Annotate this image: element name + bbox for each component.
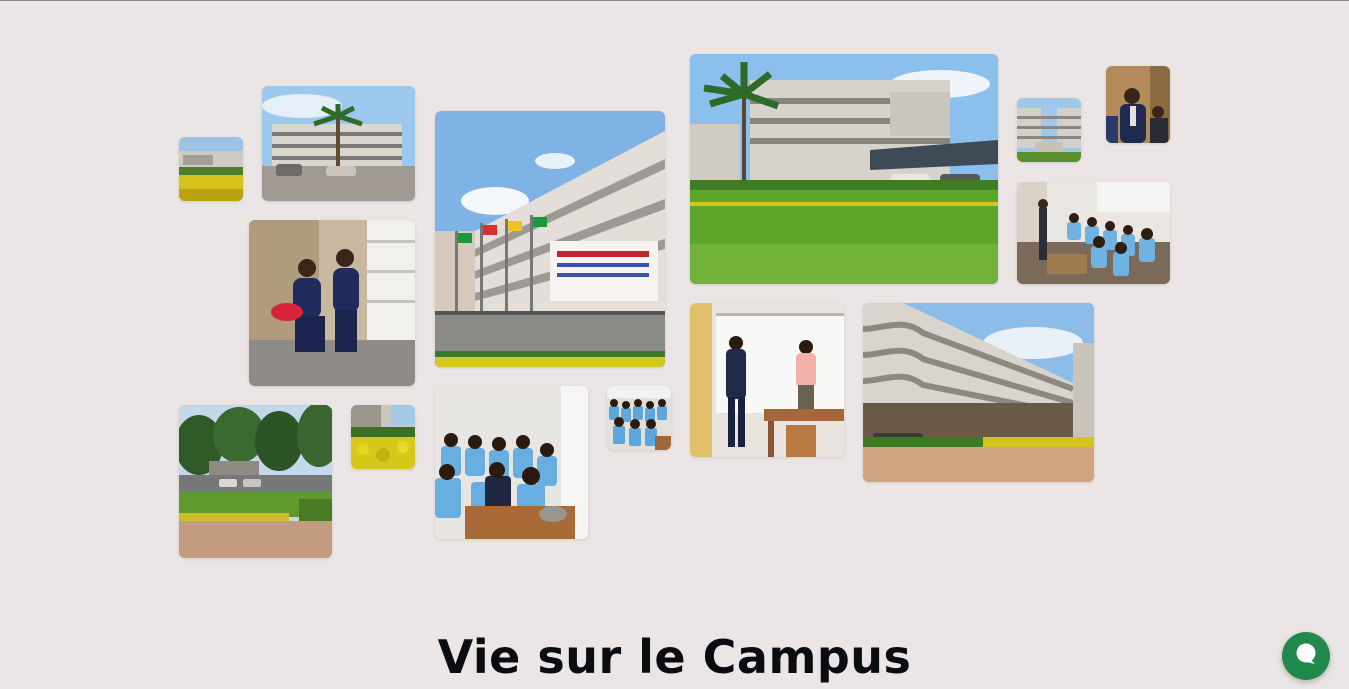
top-border — [0, 0, 1349, 1]
photo-flowers-small[interactable] — [351, 405, 415, 469]
photo-building-courtyard-small[interactable] — [1017, 98, 1081, 162]
section-title: Vie sur le Campus — [437, 630, 912, 685]
photo-speaker-small[interactable] — [1106, 66, 1170, 143]
photo-building-curved[interactable] — [863, 303, 1094, 482]
photo-students-sitting[interactable] — [249, 220, 415, 386]
photo-whiteboard[interactable] — [690, 303, 844, 457]
photo-students-group-small[interactable] — [607, 386, 671, 450]
photo-building-palm-left[interactable] — [262, 86, 415, 201]
chat-button[interactable] — [1282, 632, 1330, 680]
photo-building-palm-large[interactable] — [690, 54, 998, 284]
photo-classroom-students[interactable] — [435, 386, 588, 539]
photo-classroom-right[interactable] — [1017, 182, 1170, 284]
chat-bubble-icon — [1293, 641, 1319, 671]
photo-garden-small[interactable] — [179, 137, 243, 201]
photo-building-flags[interactable] — [435, 111, 665, 367]
photo-campus-trees[interactable] — [179, 405, 332, 558]
